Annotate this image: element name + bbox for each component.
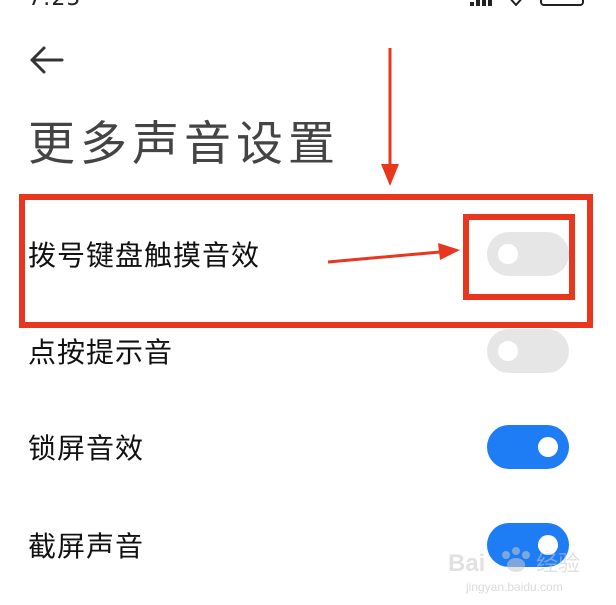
watermark-text: 经验	[536, 552, 580, 577]
watermark-url: jingyan.baidu.com	[465, 580, 563, 594]
watermark-logo: Bai	[448, 550, 485, 577]
signal-icon	[470, 0, 492, 6]
toggle-knob	[498, 244, 518, 264]
setting-row-lock-screen-sound[interactable]: 锁屏音效	[0, 407, 616, 487]
toggle-switch[interactable]	[487, 232, 569, 276]
status-icons	[470, 0, 584, 6]
wifi-icon	[510, 0, 522, 6]
status-time: 7:25	[28, 0, 81, 11]
page-title: 更多声音设置	[28, 117, 340, 172]
setting-label: 点按提示音	[28, 336, 174, 369]
arrow-left-icon	[30, 46, 64, 74]
setting-row-dialpad-touch-sound[interactable]: 拨号键盘触摸音效	[0, 214, 616, 294]
toggle-knob	[498, 341, 518, 361]
toggle-switch[interactable]	[487, 425, 569, 469]
setting-label: 锁屏音效	[28, 432, 145, 465]
toggle-knob	[538, 437, 558, 457]
arrow-down-head	[381, 164, 399, 186]
paw-icon	[502, 547, 530, 572]
setting-row-tap-sound[interactable]: 点按提示音	[0, 311, 616, 391]
battery-icon	[540, 0, 584, 6]
setting-label: 截屏声音	[28, 530, 145, 563]
watermark: Bai 经验 jingyan.baidu.com	[446, 541, 596, 597]
toggle-switch[interactable]	[487, 329, 569, 373]
screen: 7:25 更多声音设置 拨号键盘触摸音效 点按提示音 锁屏音效	[0, 0, 616, 605]
back-button[interactable]	[28, 42, 68, 78]
setting-label: 拨号键盘触摸音效	[28, 239, 261, 272]
